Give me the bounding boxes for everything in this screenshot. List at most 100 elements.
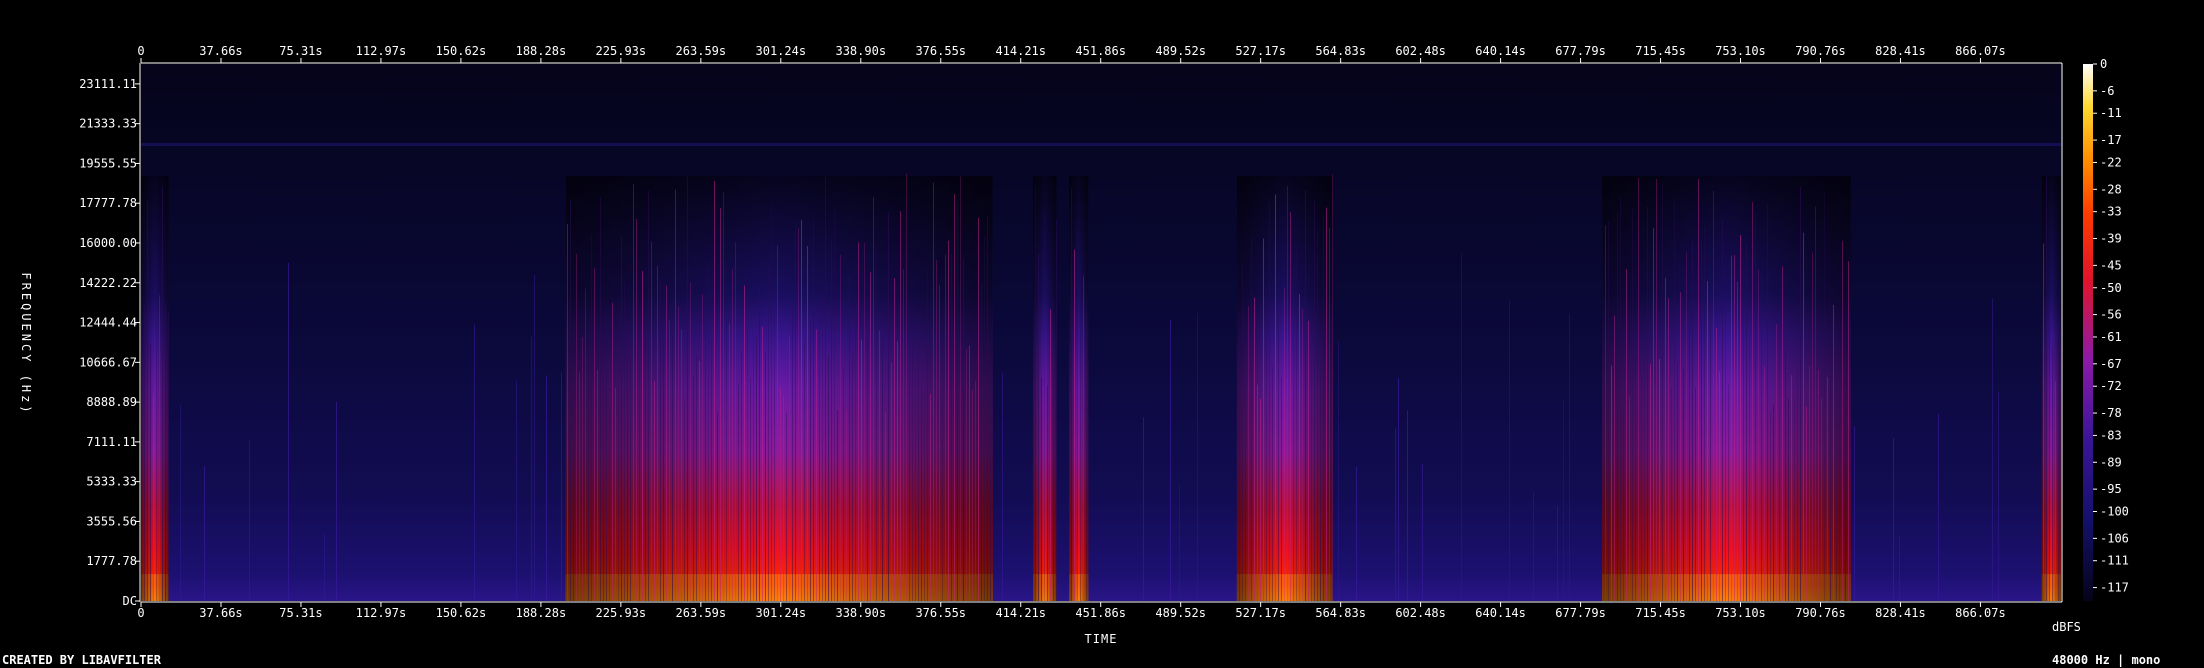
streak	[729, 323, 730, 601]
streak	[2055, 381, 2056, 601]
streak	[912, 325, 913, 601]
streak	[597, 369, 598, 601]
streak	[531, 336, 532, 601]
streak	[162, 186, 163, 601]
streak	[903, 269, 904, 601]
streak	[1785, 329, 1786, 601]
streak	[1716, 327, 1717, 601]
streak	[1569, 314, 1570, 601]
streak	[906, 173, 907, 602]
streak	[204, 466, 205, 601]
streak	[1731, 255, 1732, 601]
streak	[942, 396, 943, 601]
streak	[1848, 261, 1849, 601]
streak	[975, 380, 976, 601]
streak	[678, 306, 679, 601]
streak	[1638, 178, 1639, 602]
streak	[1764, 366, 1765, 601]
streak	[696, 354, 697, 601]
streak	[2052, 346, 2053, 601]
streak	[792, 305, 793, 601]
streak	[1770, 411, 1771, 601]
streak	[834, 209, 835, 602]
streak	[1737, 281, 1738, 601]
y-tick-label: 17777.78	[79, 196, 137, 210]
x-tick-label-bottom: 677.79s	[1555, 606, 1606, 620]
active-segment-edge	[1602, 175, 1851, 601]
streak	[1611, 365, 1612, 601]
streak	[1689, 323, 1690, 601]
streak	[1629, 396, 1630, 601]
streak	[849, 276, 850, 601]
streak	[1338, 341, 1339, 601]
x-tick-label-bottom: 790.76s	[1795, 606, 1846, 620]
y-tick-label: 3555.56	[86, 514, 137, 528]
x-tick-label-top: 489.52s	[1155, 44, 1206, 58]
streak	[894, 278, 895, 601]
streak	[861, 339, 862, 601]
streak	[1071, 188, 1072, 601]
colorbar-ticks: 0 -6 -11 -17 -22 -28 -33 -39 -45 -50 -56 -61 -67 -72 -…	[2093, 57, 2129, 595]
x-tick-label-bottom: 188.28s	[516, 606, 567, 620]
x-tick-label-top: 112.97s	[356, 44, 407, 58]
footer-format: 48000 Hz | mono	[2052, 653, 2160, 667]
streak	[918, 346, 919, 601]
streak	[645, 327, 646, 601]
streak	[1746, 244, 1747, 601]
colorbar-tick-label: -39	[2100, 232, 2122, 246]
streak	[606, 315, 607, 601]
streak	[1242, 263, 1243, 601]
streak	[846, 409, 847, 601]
colorbar-tick-label: -67	[2100, 357, 2122, 371]
streak	[822, 287, 823, 601]
streak	[1302, 309, 1303, 601]
x-tick-label-bottom: 414.21s	[995, 606, 1046, 620]
streak	[1263, 238, 1264, 601]
x-tick-label-top: 225.93s	[596, 44, 647, 58]
streak	[153, 394, 154, 601]
streak	[336, 401, 337, 601]
streak	[1635, 330, 1636, 601]
x-tick-label-bottom: 225.93s	[596, 606, 647, 620]
streak	[1047, 385, 1048, 601]
x-tick-label-top: 263.59s	[676, 44, 727, 58]
streak	[882, 337, 883, 601]
streak	[879, 330, 880, 601]
streak	[966, 349, 967, 601]
streak	[810, 320, 811, 601]
streak	[732, 269, 733, 601]
y-tick-label: 19555.55	[79, 156, 137, 170]
x-tick-label-bottom: 640.14s	[1475, 606, 1526, 620]
streak	[981, 283, 982, 601]
streak	[2043, 243, 2044, 602]
streak	[1707, 281, 1708, 601]
colorbar-tick-label: -45	[2100, 258, 2122, 272]
streak	[924, 396, 925, 601]
streak	[897, 341, 898, 601]
band-line-20k	[141, 143, 2061, 146]
streak	[1035, 184, 1036, 601]
streak	[1641, 374, 1642, 601]
streak	[1461, 253, 1462, 601]
streak	[783, 396, 784, 601]
streak	[720, 208, 721, 601]
streak	[660, 278, 661, 601]
streak	[654, 381, 655, 601]
streak	[1722, 220, 1723, 602]
streak	[1251, 237, 1252, 601]
y-axis: DC 1777.78 3555.56 5333.33 7111.11 8888.89 106…	[79, 77, 140, 608]
streak	[1797, 369, 1798, 601]
streak	[630, 357, 631, 601]
streak	[2046, 176, 2047, 602]
streak	[1818, 369, 1819, 601]
colorbar-tick-label: -89	[2100, 455, 2122, 469]
streak	[705, 295, 706, 601]
streak	[1623, 410, 1624, 601]
x-axis-top: 0 37.66s 75.31s 112.97s 150.62s 188.28s 225.93…	[137, 44, 2006, 63]
x-tick-label-top: 715.45s	[1635, 44, 1686, 58]
streak	[150, 344, 151, 601]
streak	[1260, 398, 1261, 601]
streak	[870, 272, 871, 601]
colorbar-tick-label: -33	[2100, 205, 2122, 219]
streak	[1809, 366, 1810, 601]
